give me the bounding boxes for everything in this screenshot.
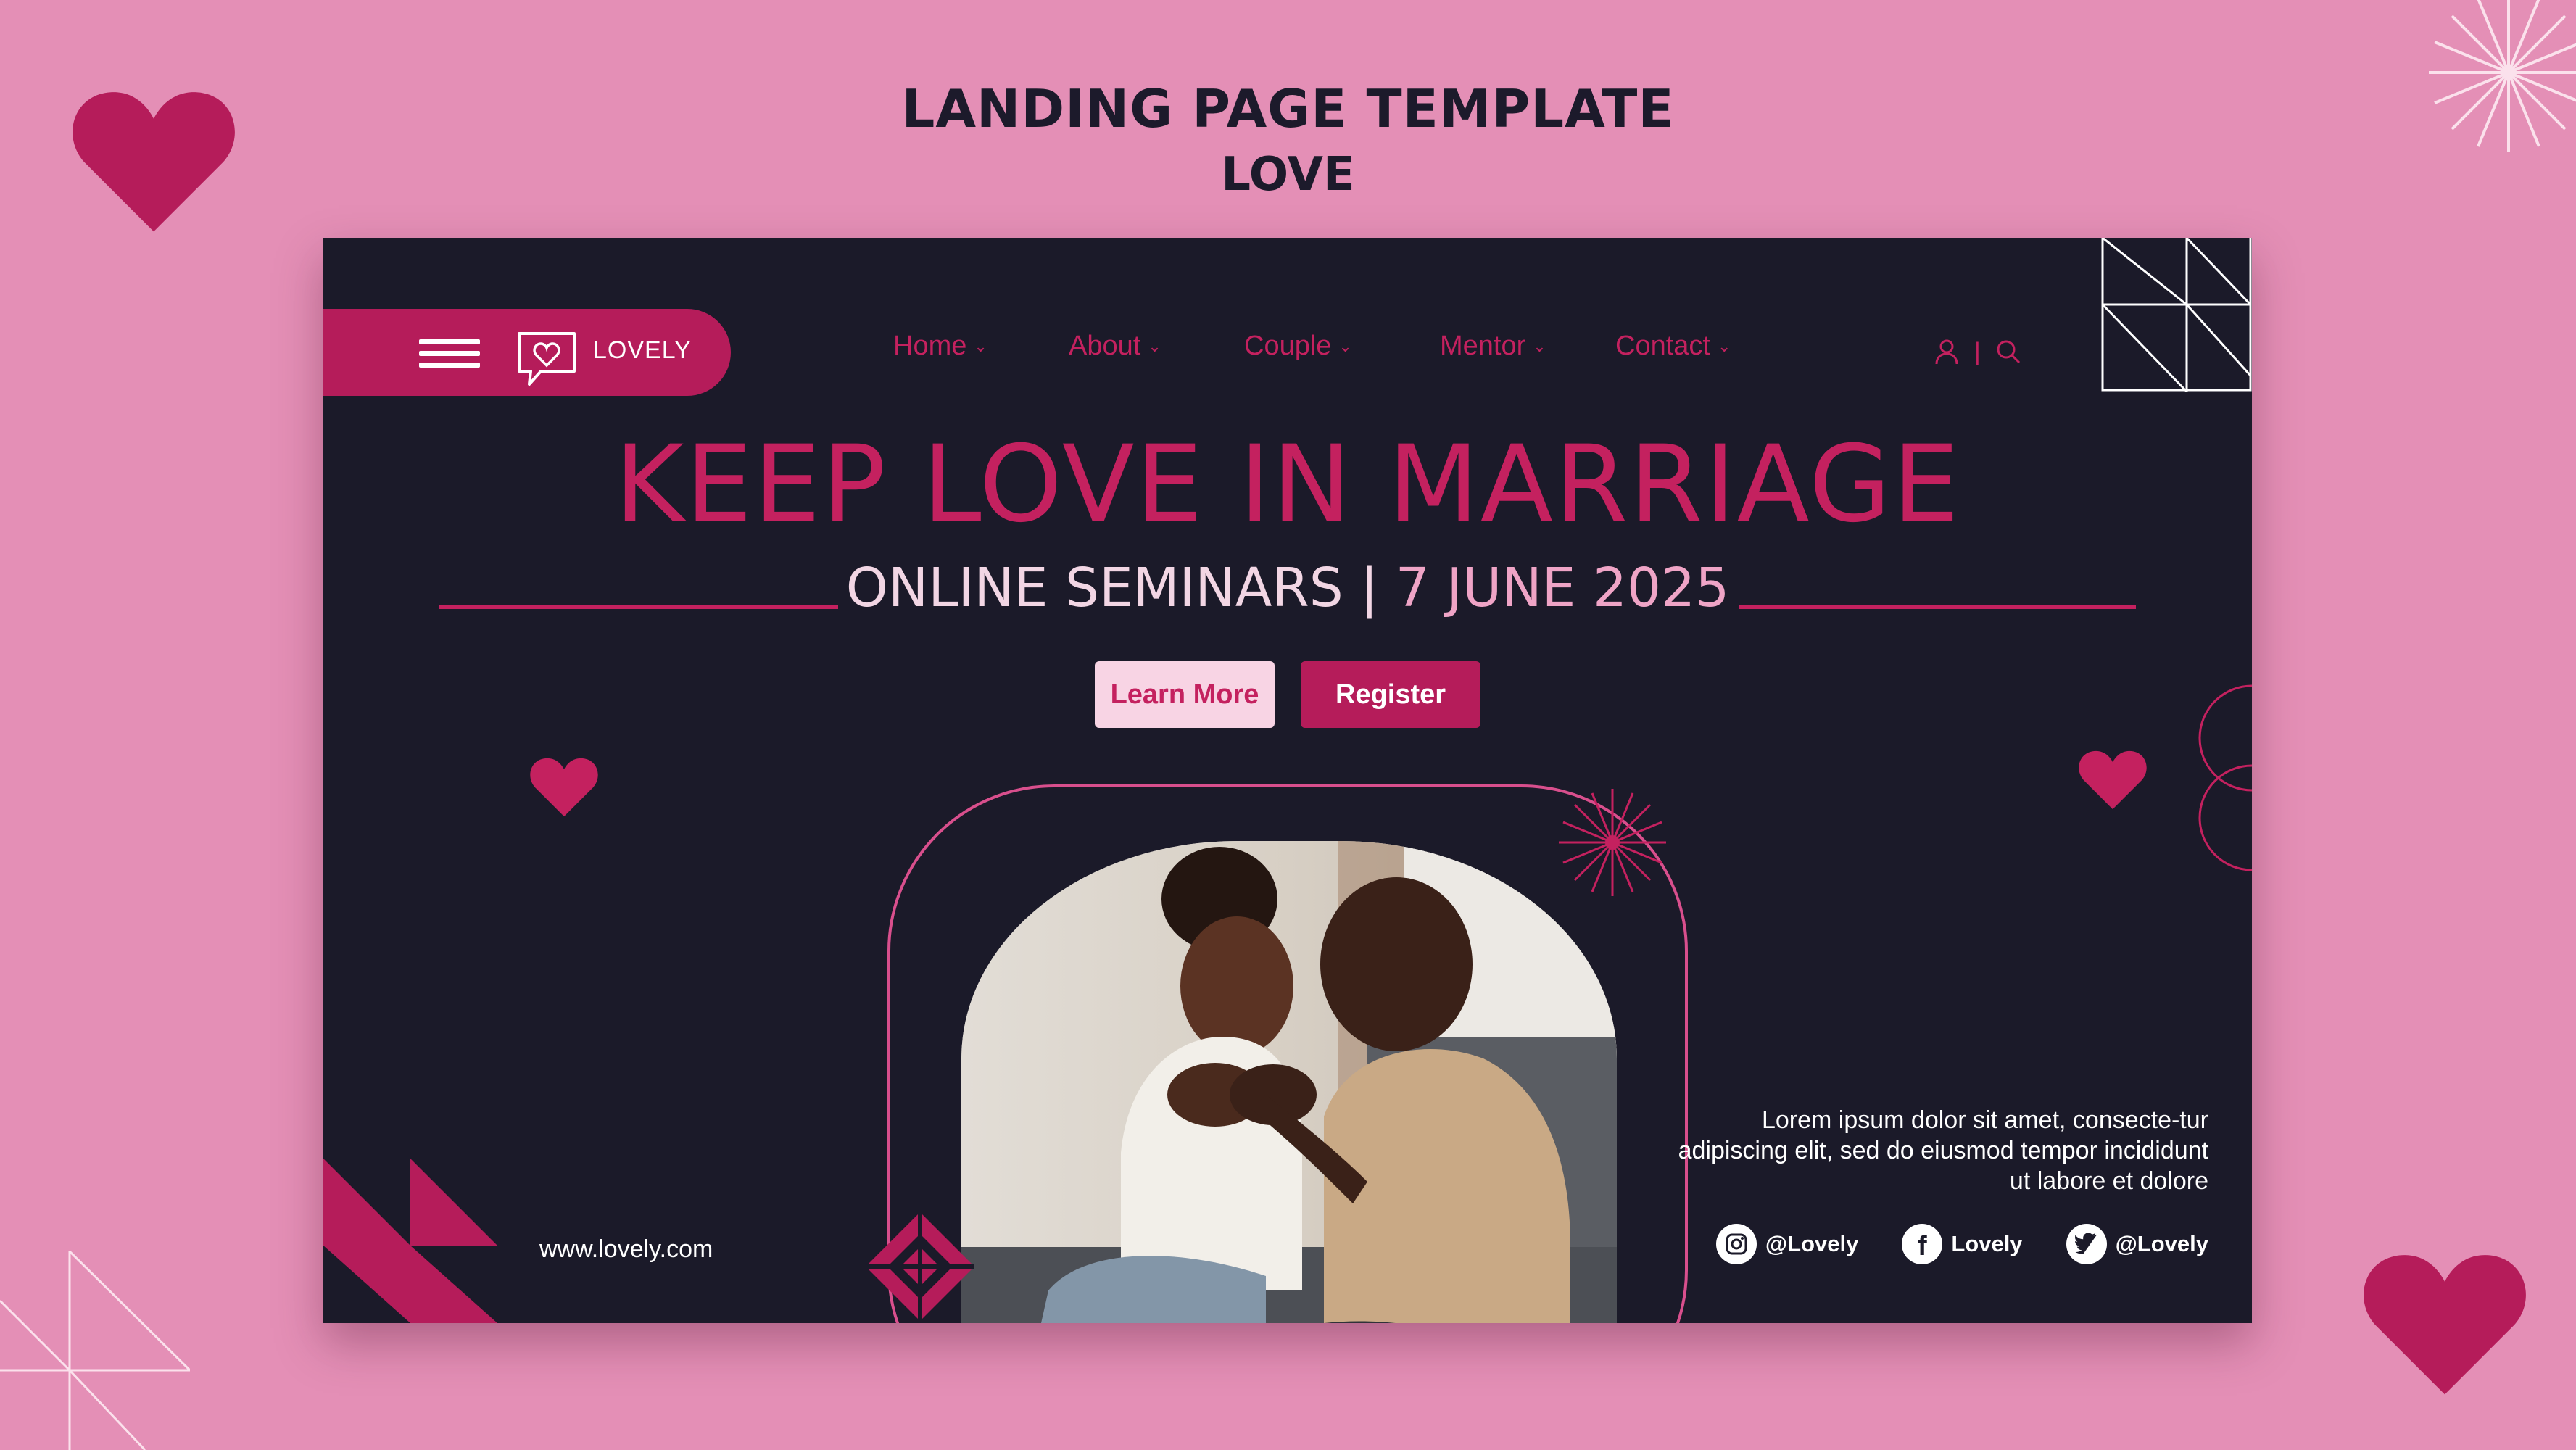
user-icon[interactable]: [1933, 338, 1960, 365]
heart-icon: [530, 758, 598, 817]
facebook-link[interactable]: f Lovely: [1902, 1224, 2023, 1264]
social-label: Lovely: [1951, 1231, 2023, 1256]
landing-panel: LOVELY Home ⌄ About ⌄ Couple ⌄ Mentor ⌄ …: [323, 238, 2252, 1323]
register-button[interactable]: Register: [1301, 661, 1480, 728]
starburst-icon: [2429, 0, 2576, 152]
instagram-icon: [1715, 1224, 1757, 1264]
social-label: @Lovely: [1765, 1231, 1859, 1256]
page-title: LANDING PAGE TEMPLATE: [901, 78, 1675, 139]
event-date: 7 JUNE 2025: [1395, 557, 1730, 619]
search-icon[interactable]: [1995, 338, 2022, 365]
instagram-link[interactable]: @Lovely: [1715, 1224, 1859, 1264]
learn-more-button[interactable]: Learn More: [1095, 661, 1275, 728]
main-nav: Home ⌄ About ⌄ Couple ⌄ Mentor ⌄ Contact…: [893, 331, 1789, 362]
social-links: @Lovely f Lovely @Lovely: [1715, 1224, 2208, 1264]
nav-item-contact[interactable]: Contact ⌄: [1615, 331, 1789, 362]
hero-subtitle: ONLINE SEMINARS | 7 JUNE 2025: [323, 557, 2252, 619]
nav-label: Contact: [1615, 331, 1710, 361]
chevron-down-icon: ⌄: [974, 336, 987, 355]
nav-label: About: [1069, 331, 1141, 361]
chevron-down-icon: ⌄: [1148, 336, 1161, 355]
rings-icon: [2198, 684, 2252, 871]
utility-icons: |: [1933, 338, 2022, 365]
starburst-icon: [1559, 789, 1666, 896]
couple-photo: [961, 841, 1617, 1323]
nav-label: Home: [893, 331, 967, 361]
social-label: @Lovely: [2115, 1231, 2208, 1256]
menu-icon[interactable]: [419, 339, 480, 368]
diamond-ornament-icon: [866, 1212, 974, 1321]
triangles-decoration: [323, 1159, 497, 1323]
website-url[interactable]: www.lovely.com: [539, 1235, 713, 1264]
chat-heart-icon: [518, 332, 576, 386]
nav-item-about[interactable]: About ⌄: [1069, 331, 1244, 362]
facebook-icon: f: [1902, 1224, 1943, 1264]
nav-item-home[interactable]: Home ⌄: [893, 331, 1069, 362]
description-text: Lorem ipsum dolor sit amet, consecte-tur…: [1678, 1106, 2208, 1195]
divider: |: [1974, 338, 1981, 365]
chevron-down-icon: ⌄: [1717, 336, 1731, 355]
twitter-link[interactable]: @Lovely: [2066, 1224, 2208, 1264]
heart-icon: [73, 92, 235, 232]
triangle-grid-icon: [0, 1251, 190, 1450]
event-type: ONLINE SEMINARS: [845, 557, 1343, 619]
chevron-down-icon: ⌄: [1338, 336, 1352, 355]
logo-text[interactable]: LOVELY: [593, 336, 692, 365]
subtitle-separator: |: [1343, 557, 1396, 619]
twitter-icon: [2066, 1224, 2107, 1264]
brand-bar: LOVELY: [323, 309, 731, 396]
hero-title: KEEP LOVE IN MARRIAGE: [614, 423, 1961, 546]
page-subtitle: LOVE: [1221, 148, 1355, 202]
heart-icon: [2364, 1255, 2526, 1395]
nav-label: Couple: [1244, 331, 1332, 361]
nav-item-couple[interactable]: Couple ⌄: [1244, 331, 1440, 362]
heart-icon: [2079, 750, 2147, 810]
geometric-tile-icon: [2101, 238, 2252, 392]
chevron-down-icon: ⌄: [1533, 336, 1546, 355]
nav-label: Mentor: [1440, 331, 1526, 361]
nav-item-mentor[interactable]: Mentor ⌄: [1440, 331, 1615, 362]
